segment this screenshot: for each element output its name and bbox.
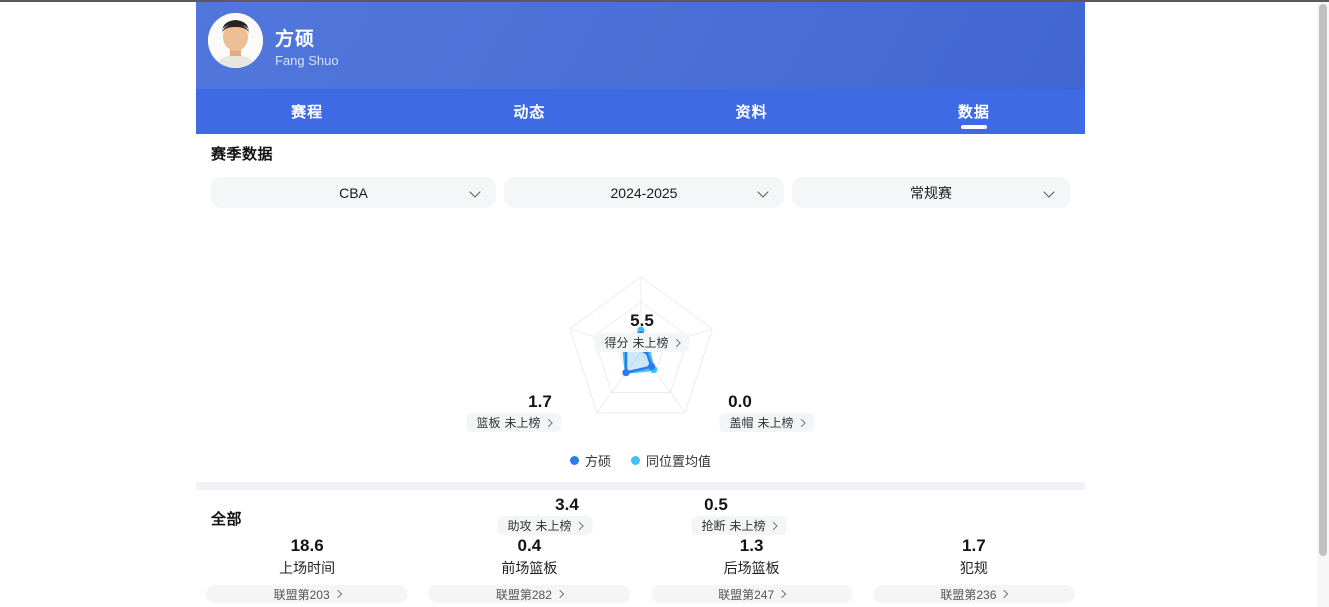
tab-profile[interactable]: 资料 [641, 89, 863, 134]
points-label: 得分 [604, 334, 628, 351]
active-tab-indicator [961, 125, 987, 129]
stat-offensive-rebounds-label: 前场篮板 [501, 559, 557, 577]
chevron-right-icon [778, 590, 786, 598]
steals-value: 0.5 [704, 495, 728, 515]
assists-rank: 未上榜 [536, 517, 572, 534]
stat-defensive-rebounds-rank: 联盟第247 [718, 586, 774, 603]
stat-fouls-value: 1.7 [962, 536, 986, 556]
chevron-right-icon [1000, 590, 1008, 598]
tab-schedule-label: 赛程 [291, 101, 323, 122]
stat-defensive-rebounds-rank-pill[interactable]: 联盟第247 [651, 585, 853, 603]
chevron-right-icon [672, 338, 680, 346]
stat-fouls-rank-pill[interactable]: 联盟第236 [873, 585, 1075, 603]
rebounds-value: 1.7 [528, 392, 552, 412]
stat-fouls-rank: 联盟第236 [940, 586, 996, 603]
chevron-right-icon [333, 590, 341, 598]
avatar-illustration [208, 13, 263, 68]
steals-rank: 未上榜 [730, 517, 766, 534]
points-rank-pill[interactable]: 得分 未上榜 [594, 333, 689, 352]
steals-rank-pill[interactable]: 抢断 未上榜 [691, 516, 786, 535]
stat-fouls: 1.7 犯规 联盟第236 [863, 536, 1085, 603]
points-rank: 未上榜 [633, 334, 669, 351]
rebounds-label: 篮板 [476, 414, 500, 431]
steals-label: 抢断 [701, 517, 725, 534]
page: 方硕 Fang Shuo 赛程 动态 资料 数据 赛季数据 CBA [0, 0, 1329, 607]
stat-minutes-value: 18.6 [291, 536, 324, 556]
legend-item-position-average: 同位置均值 [631, 451, 711, 470]
player-name: 方硕 [275, 24, 315, 51]
tab-schedule[interactable]: 赛程 [196, 89, 418, 134]
scrollbar-thumb[interactable] [1319, 4, 1327, 556]
player-header: 方硕 Fang Shuo [196, 2, 1085, 89]
assists-rank-pill[interactable]: 助攻 未上榜 [497, 516, 592, 535]
chevron-down-icon [469, 186, 480, 197]
rebounds-rank-pill[interactable]: 篮板 未上榜 [466, 413, 561, 432]
chevron-right-icon [575, 521, 583, 529]
stat-offensive-rebounds-rank-pill[interactable]: 联盟第282 [428, 585, 630, 603]
blocks-value: 0.0 [728, 392, 752, 412]
rebounds-rank: 未上榜 [505, 414, 541, 431]
chevron-right-icon [544, 418, 552, 426]
scrollbar[interactable] [1317, 2, 1329, 607]
chevron-right-icon [556, 590, 564, 598]
tab-profile-label: 资料 [736, 101, 768, 122]
section-divider [196, 482, 1085, 490]
stat-minutes-rank: 联盟第203 [274, 586, 330, 603]
stat-offensive-rebounds-value: 0.4 [518, 536, 542, 556]
radar-legend: 方硕 同位置均值 [196, 451, 1085, 470]
season-dropdown[interactable]: 2024-2025 [504, 177, 784, 208]
all-section-title: 全部 [211, 508, 242, 529]
legend-dot-position-average [631, 456, 640, 465]
nav-tab-bar: 赛程 动态 资料 数据 [196, 89, 1085, 134]
blocks-rank: 未上榜 [758, 414, 794, 431]
stat-offensive-rebounds: 0.4 前场篮板 联盟第282 [418, 536, 640, 603]
stat-minutes-label: 上场时间 [279, 559, 335, 577]
stage-dropdown[interactable]: 常规赛 [792, 177, 1070, 208]
all-stats-row: 18.6 上场时间 联盟第203 0.4 前场篮板 联盟第282 1.3 后场篮… [196, 536, 1085, 603]
player-name-en: Fang Shuo [275, 53, 339, 68]
content-column: 方硕 Fang Shuo 赛程 动态 资料 数据 赛季数据 CBA [196, 2, 1085, 607]
legend-item-player: 方硕 [570, 451, 611, 470]
assists-label: 助攻 [507, 517, 531, 534]
assists-value: 3.4 [555, 495, 579, 515]
stat-minutes: 18.6 上场时间 联盟第203 [196, 536, 418, 603]
tab-data[interactable]: 数据 [863, 89, 1085, 134]
league-dropdown[interactable]: CBA [211, 177, 496, 208]
chevron-down-icon [1043, 186, 1054, 197]
chevron-right-icon [797, 418, 805, 426]
season-section-title: 赛季数据 [211, 143, 273, 164]
season-dropdown-value: 2024-2025 [611, 185, 678, 201]
legend-label-player: 方硕 [585, 451, 611, 470]
stat-defensive-rebounds-value: 1.3 [740, 536, 764, 556]
points-value: 5.5 [630, 311, 654, 331]
blocks-rank-pill[interactable]: 盖帽 未上榜 [719, 413, 814, 432]
league-dropdown-value: CBA [339, 185, 368, 201]
stat-offensive-rebounds-rank: 联盟第282 [496, 586, 552, 603]
blocks-label: 盖帽 [729, 414, 753, 431]
tab-news-label: 动态 [513, 101, 545, 122]
chevron-down-icon [757, 186, 768, 197]
stage-dropdown-value: 常规赛 [910, 183, 952, 203]
tab-news[interactable]: 动态 [418, 89, 640, 134]
stat-fouls-label: 犯规 [960, 559, 988, 577]
chevron-right-icon [769, 521, 777, 529]
legend-dot-player [570, 456, 579, 465]
tab-data-label: 数据 [958, 101, 990, 122]
legend-label-position-average: 同位置均值 [646, 451, 711, 470]
player-avatar[interactable] [208, 13, 263, 68]
stat-defensive-rebounds-label: 后场篮板 [724, 559, 780, 577]
stat-minutes-rank-pill[interactable]: 联盟第203 [206, 585, 408, 603]
stat-defensive-rebounds: 1.3 后场篮板 联盟第247 [641, 536, 863, 603]
